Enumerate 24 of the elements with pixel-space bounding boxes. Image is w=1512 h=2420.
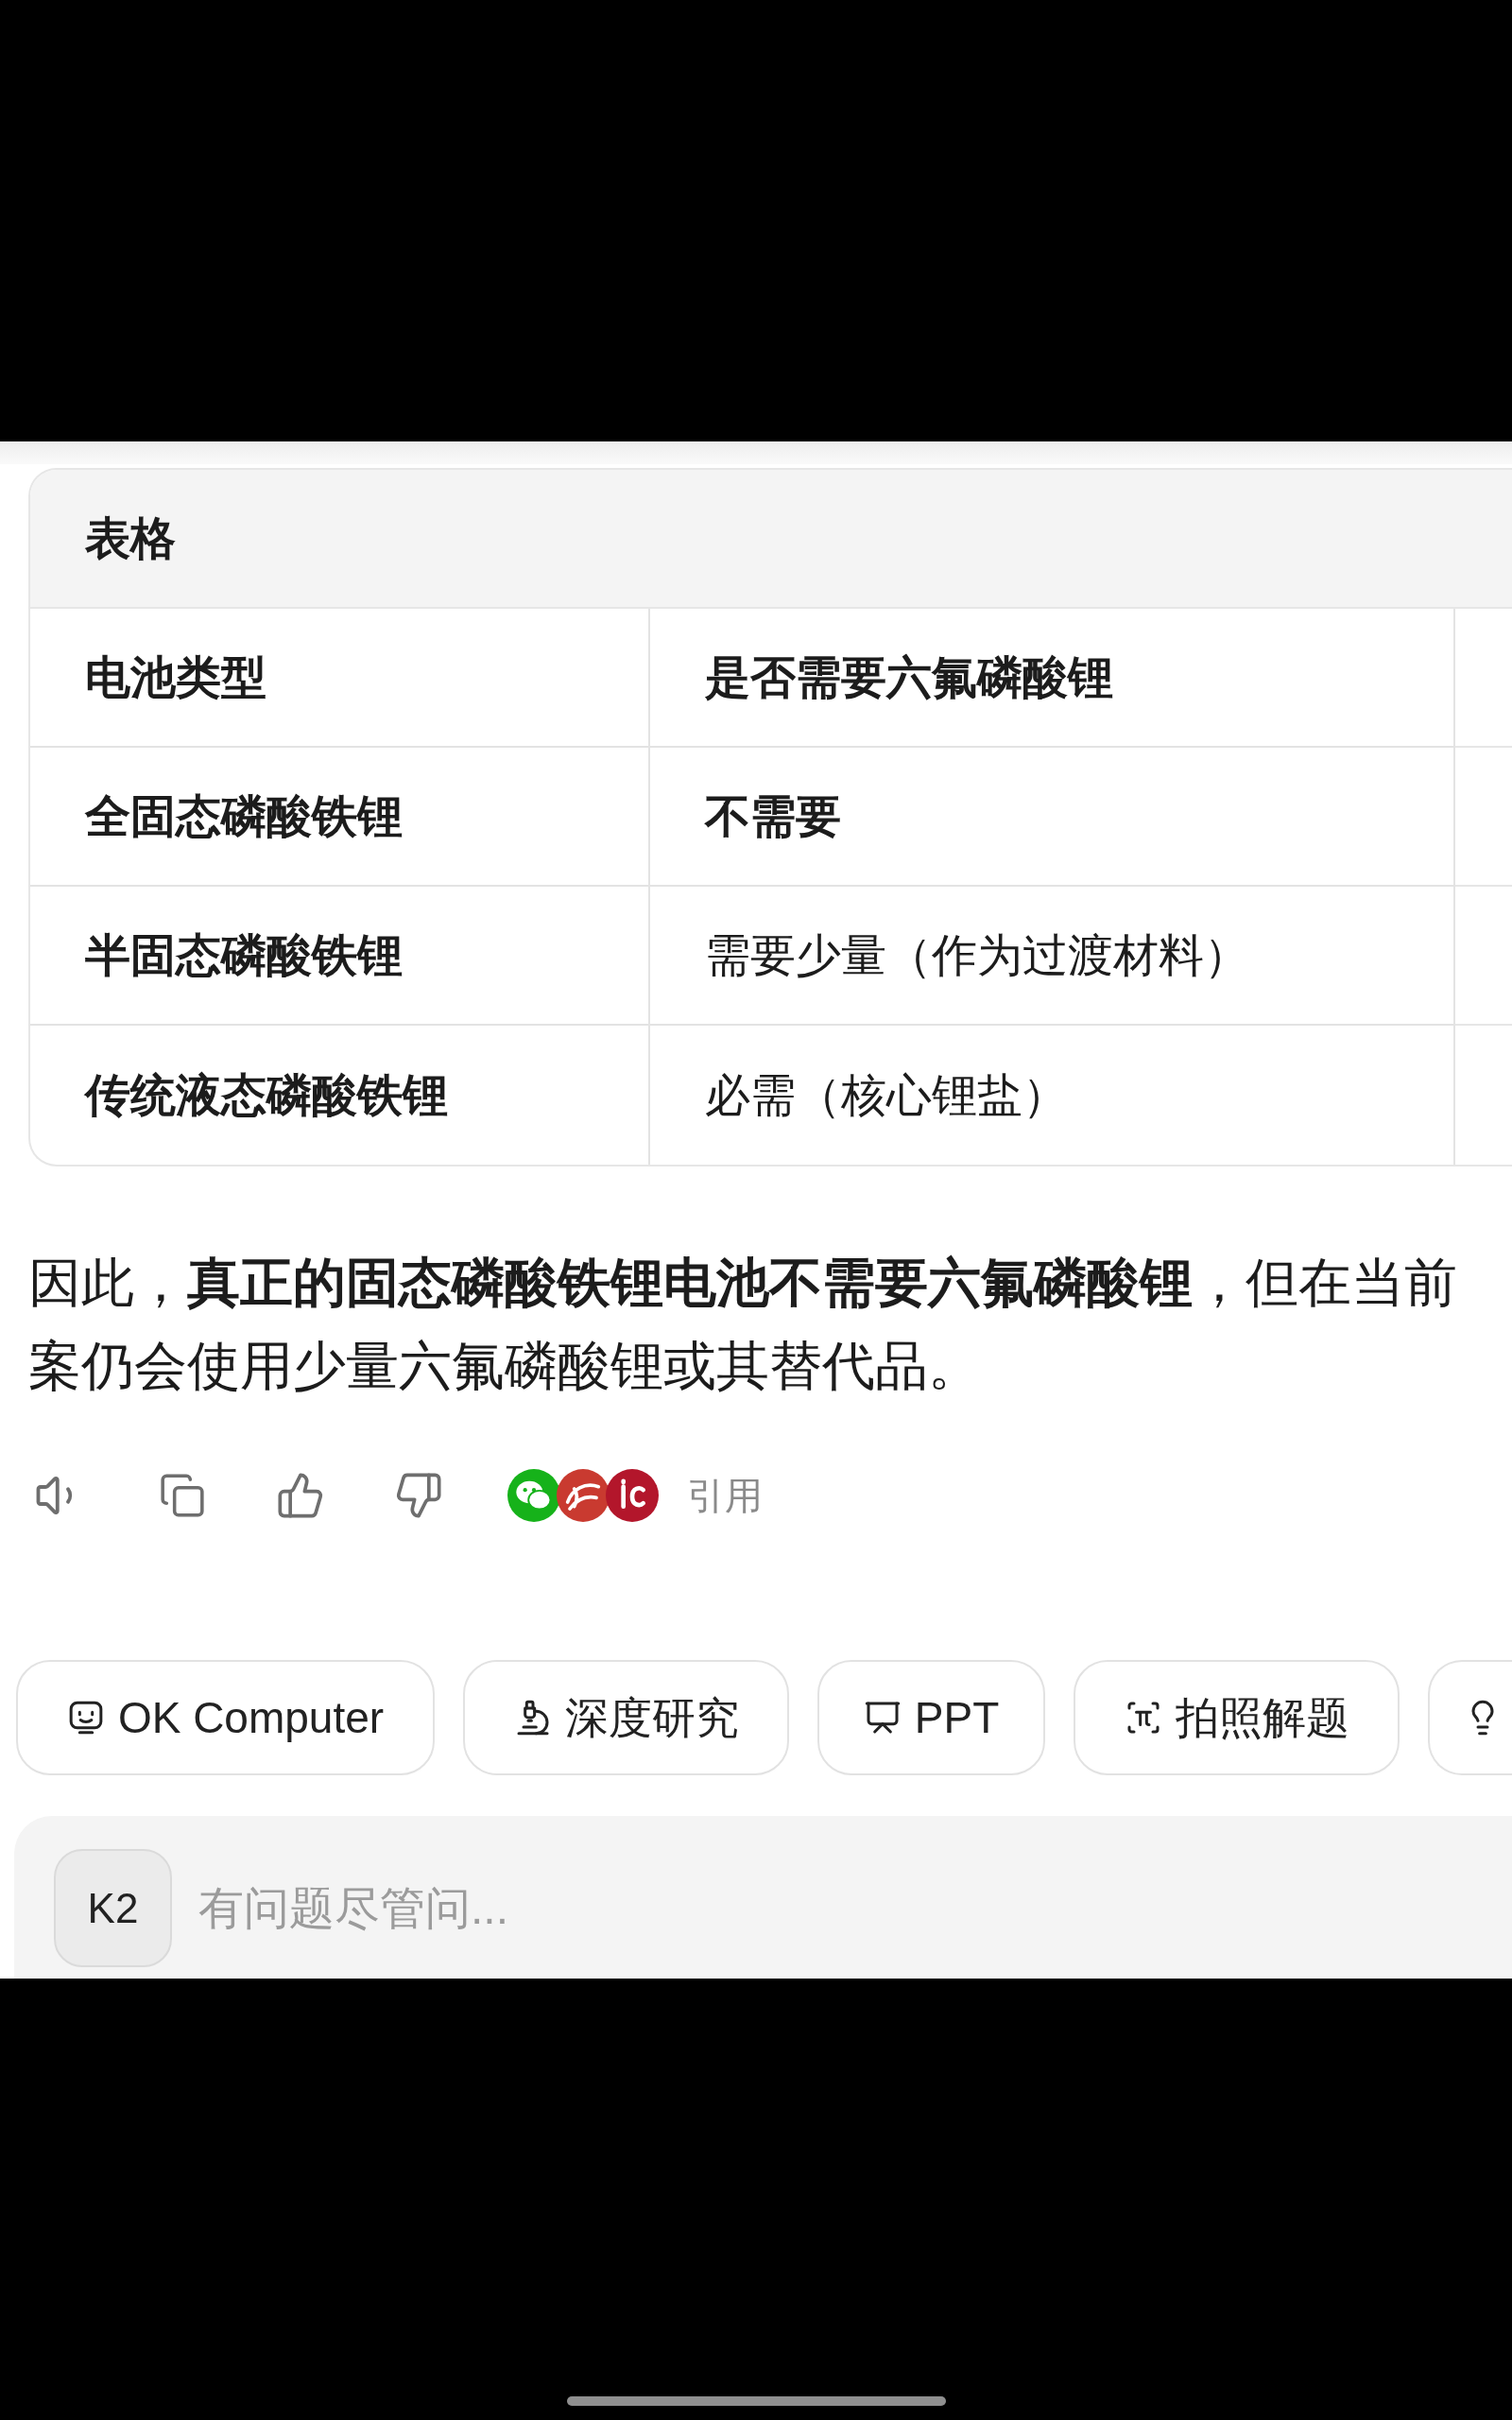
column-header: 是否需要六氟磷酸锂	[650, 609, 1455, 748]
table-title: 表格	[85, 511, 176, 565]
table-cell: 全固态磷酸铁锂	[30, 748, 650, 887]
shortcut-chip[interactable]: OK Computer	[16, 1660, 435, 1775]
thumbs-down-icon	[394, 1471, 443, 1520]
thumbs-up-icon	[276, 1471, 325, 1520]
shortcut-chip[interactable]	[1428, 1660, 1512, 1775]
copy-icon	[159, 1472, 206, 1519]
shortcut-chip[interactable]: PPT	[817, 1660, 1045, 1775]
table-cell: 半固态磷酸铁锂	[30, 887, 650, 1026]
message-composer[interactable]: K2 有问题尽管问...	[14, 1816, 1512, 1979]
table-cell: 必需（核心锂盐）	[650, 1026, 1455, 1165]
shortcut-chip[interactable]: 拍照解题	[1074, 1660, 1400, 1775]
answer-paragraph: 因此，真正的固态磷酸铁锂电池不需要六氟磷酸锂，但在当前 案仍会使用少量六氟磷酸锂或其替代品。	[28, 1252, 1457, 1397]
shortcut-chip[interactable]: 深度研究	[463, 1660, 789, 1775]
table-cell: 传统液态磷酸铁锂	[30, 1026, 650, 1165]
table-cell: 不需要	[650, 748, 1455, 887]
table-cell: 需要少量（作为过渡材料）	[650, 887, 1455, 1026]
model-selector-button[interactable]: K2	[54, 1849, 172, 1967]
message-input[interactable]: 有问题尽管问...	[198, 1849, 1512, 1967]
emblem-logo-icon	[606, 1469, 659, 1522]
column-header: 电池类型	[30, 609, 650, 748]
swirl-logo-icon	[557, 1469, 610, 1522]
chat-logo-icon	[507, 1469, 560, 1522]
